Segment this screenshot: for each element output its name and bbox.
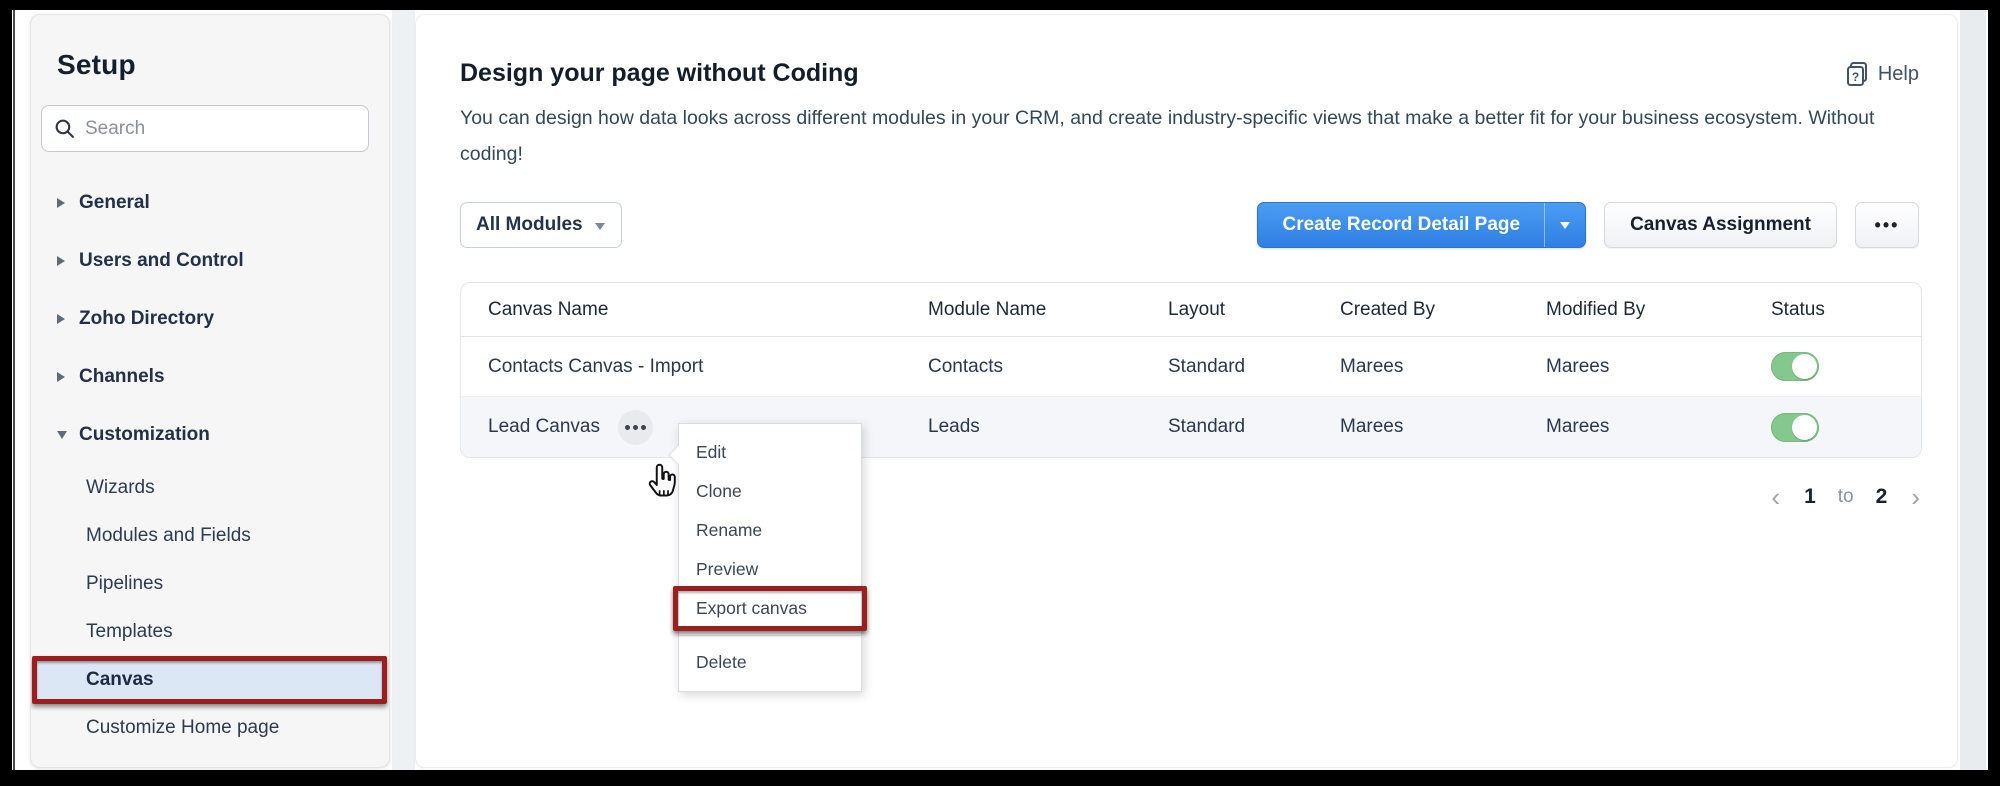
chevron-down-icon — [57, 431, 79, 439]
screenshot-frame: Setup General Users and Control — [0, 0, 2000, 786]
sidebar-item-general[interactable]: General — [31, 174, 389, 232]
chevron-down-icon — [1560, 222, 1570, 229]
sidebar-nav: General Users and Control Zoho Directory… — [31, 174, 389, 752]
panel-gutter — [392, 10, 415, 770]
sidebar-item-customization[interactable]: Customization — [31, 406, 389, 464]
menu-item-edit[interactable]: Edit — [679, 433, 861, 472]
module-cell: Leads — [928, 416, 1168, 438]
canvas-settings-panel: Design your page without Coding ? Help Y… — [415, 14, 1958, 768]
dot — [641, 425, 646, 430]
column-header-canvas-name: Canvas Name — [461, 299, 928, 321]
module-filter-value: All Modules — [476, 214, 583, 236]
chevron-right-icon — [57, 314, 79, 324]
previous-page-button[interactable]: ‹ — [1769, 484, 1782, 510]
menu-item-clone[interactable]: Clone — [679, 472, 861, 511]
menu-item-label: Export canvas — [696, 598, 807, 618]
sidebar-item-channels[interactable]: Channels — [31, 348, 389, 406]
module-cell: Contacts — [928, 356, 1168, 378]
column-header-module-name: Module Name — [928, 299, 1168, 321]
sidebar-title: Setup — [57, 49, 389, 81]
help-link[interactable]: ? Help — [1845, 61, 1919, 87]
modified-by-cell: Marees — [1546, 356, 1771, 378]
status-toggle[interactable] — [1771, 413, 1819, 442]
create-record-detail-page-button[interactable]: Create Record Detail Page — [1258, 203, 1544, 247]
svg-text:?: ? — [1852, 70, 1859, 84]
page-title: Design your page without Coding — [460, 59, 859, 88]
sidebar-item-pipelines[interactable]: Pipelines — [31, 560, 389, 608]
created-by-cell: Marees — [1340, 356, 1546, 378]
page-to-label: to — [1838, 486, 1854, 508]
row-actions-button[interactable] — [618, 410, 653, 445]
search-icon — [54, 118, 75, 139]
sidebar-item-customize-home-page[interactable]: Customize Home page — [31, 704, 389, 752]
column-header-created-by: Created By — [1340, 299, 1546, 321]
page-description: You can design how data looks across dif… — [460, 100, 1919, 172]
app-window: Setup General Users and Control — [12, 10, 1988, 770]
sidebar-search[interactable] — [41, 105, 369, 152]
column-header-layout: Layout — [1168, 299, 1340, 321]
scroll-gutter[interactable] — [1960, 10, 1986, 770]
modified-by-cell: Marees — [1546, 416, 1771, 438]
row-actions-menu: Edit Clone Rename Preview Export canvas … — [678, 423, 862, 692]
sidebar-item-label: Customization — [79, 424, 210, 446]
sidebar-item-label: General — [79, 192, 150, 214]
toggle-knob — [1792, 354, 1817, 379]
sidebar-item-label: Users and Control — [79, 250, 244, 272]
module-filter-dropdown[interactable]: All Modules — [460, 202, 622, 248]
layout-cell: Standard — [1168, 356, 1340, 378]
canvas-name-cell: Contacts Canvas - Import — [488, 356, 703, 378]
create-record-detail-page-split-button: Create Record Detail Page — [1257, 202, 1586, 248]
menu-item-delete[interactable]: Delete — [679, 643, 861, 682]
column-header-modified-by: Modified By — [1546, 299, 1771, 321]
dot — [625, 425, 630, 430]
menu-divider — [679, 635, 861, 636]
chevron-down-icon — [595, 223, 605, 230]
chevron-right-icon — [57, 372, 79, 382]
sidebar-item-canvas[interactable]: Canvas — [37, 661, 382, 699]
window-edge-line — [13, 10, 15, 770]
table-header-row: Canvas Name Module Name Layout Created B… — [461, 283, 1921, 337]
canvas-name-cell: Lead Canvas — [488, 416, 600, 438]
table-row[interactable]: Contacts Canvas - Import Contacts Standa… — [461, 337, 1921, 397]
sidebar-item-users-and-control[interactable]: Users and Control — [31, 232, 389, 290]
next-page-button[interactable]: › — [1909, 484, 1922, 510]
help-doc-icon: ? — [1845, 61, 1869, 87]
sidebar-item-label: Zoho Directory — [79, 308, 214, 330]
sidebar-item-templates[interactable]: Templates — [31, 608, 389, 656]
created-by-cell: Marees — [1340, 416, 1546, 438]
sidebar-item-zoho-directory[interactable]: Zoho Directory — [31, 290, 389, 348]
search-input[interactable] — [85, 118, 356, 140]
sidebar-item-wizards[interactable]: Wizards — [31, 464, 389, 512]
menu-item-rename[interactable]: Rename — [679, 511, 861, 550]
help-label: Help — [1878, 63, 1919, 86]
status-toggle[interactable] — [1771, 352, 1819, 381]
menu-item-preview[interactable]: Preview — [679, 550, 861, 589]
setup-sidebar: Setup General Users and Control — [30, 14, 390, 768]
more-options-button[interactable]: ••• — [1855, 202, 1919, 248]
chevron-right-icon — [57, 198, 79, 208]
column-header-status: Status — [1771, 299, 1921, 321]
page-to: 2 — [1876, 485, 1888, 509]
layout-cell: Standard — [1168, 416, 1340, 438]
sidebar-item-modules-and-fields[interactable]: Modules and Fields — [31, 512, 389, 560]
toggle-knob — [1792, 415, 1817, 440]
canvas-assignment-button[interactable]: Canvas Assignment — [1604, 202, 1837, 248]
dot — [633, 425, 638, 430]
chevron-right-icon — [57, 256, 79, 266]
create-button-dropdown[interactable] — [1545, 203, 1585, 247]
page-from: 1 — [1804, 485, 1816, 509]
menu-item-export-canvas[interactable]: Export canvas — [679, 589, 861, 628]
sidebar-item-label: Channels — [79, 366, 165, 388]
sidebar-item-canvas-wrap: Canvas — [31, 656, 389, 704]
